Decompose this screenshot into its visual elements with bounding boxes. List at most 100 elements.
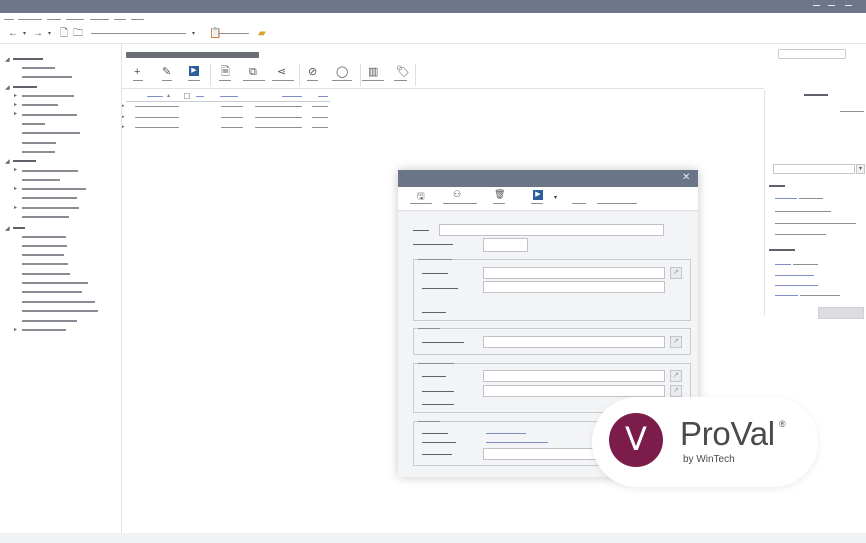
tree-node[interactable] <box>22 197 77 199</box>
group-field[interactable] <box>483 370 665 382</box>
tree-node[interactable] <box>22 216 69 218</box>
tree-node[interactable] <box>22 142 56 144</box>
tree-node[interactable] <box>22 301 95 303</box>
expand-icon[interactable]: ◢ <box>5 85 10 91</box>
menu-item[interactable] <box>18 19 42 20</box>
tree-node[interactable] <box>22 254 64 256</box>
expand-icon[interactable]: ◢ <box>5 226 10 232</box>
group-field[interactable] <box>483 281 665 293</box>
delete-icon[interactable]: 🗑 <box>494 189 505 200</box>
collapse-icon[interactable]: ▸ <box>14 186 17 192</box>
clipboard-icon[interactable]: 📋 <box>209 27 221 41</box>
tree-node[interactable] <box>22 179 60 181</box>
chevron-down-icon[interactable]: ▾ <box>48 27 51 41</box>
panel-select[interactable] <box>773 164 855 174</box>
code-field[interactable] <box>483 238 528 252</box>
tree-node[interactable] <box>22 67 55 69</box>
tree-node[interactable] <box>22 76 72 78</box>
tree-node[interactable] <box>22 320 77 322</box>
external-link-icon[interactable]: ↗ <box>670 385 682 397</box>
expand-icon[interactable]: ◢ <box>5 159 10 165</box>
columns-icon[interactable]: ▥ <box>368 66 378 78</box>
copy-icon[interactable]: ⧉ <box>249 66 257 78</box>
tree-node[interactable] <box>22 263 68 265</box>
group-field[interactable] <box>483 267 665 279</box>
search-input[interactable] <box>778 49 846 59</box>
group-field[interactable] <box>483 385 665 397</box>
column-header[interactable] <box>318 96 328 97</box>
panel-link[interactable] <box>775 285 818 286</box>
tree-node[interactable] <box>22 170 78 172</box>
external-link-icon[interactable]: ↗ <box>670 370 682 382</box>
name-field[interactable] <box>439 224 664 236</box>
report-icon[interactable]: 🗎 <box>221 66 230 78</box>
column-header[interactable] <box>147 96 163 97</box>
tree-node[interactable] <box>13 227 25 229</box>
tree-node[interactable] <box>22 310 98 312</box>
sort-icon[interactable]: ▲ <box>166 93 171 99</box>
collapse-icon[interactable]: ▸ <box>14 93 17 99</box>
menu-item[interactable] <box>114 19 126 20</box>
tree-node[interactable] <box>22 282 88 284</box>
menu-item[interactable] <box>131 19 144 20</box>
panel-link[interactable] <box>775 295 798 296</box>
close-icon[interactable] <box>845 5 852 6</box>
row-expand-icon[interactable]: ▸ <box>122 124 125 130</box>
tree-node[interactable] <box>22 291 82 293</box>
tree-node[interactable] <box>22 132 80 134</box>
column-header[interactable] <box>220 96 238 97</box>
expand-icon[interactable]: ◢ <box>5 57 10 63</box>
path-combo[interactable] <box>91 33 186 34</box>
back-icon[interactable]: ← <box>8 27 18 41</box>
run-icon[interactable]: ▶ <box>533 190 543 200</box>
people-icon[interactable]: ⚇ <box>453 189 461 200</box>
group-field[interactable] <box>483 336 665 348</box>
folder-highlight-icon[interactable]: ▰ <box>258 27 266 41</box>
tag-icon[interactable]: 🏷 <box>396 66 410 78</box>
folder-icon[interactable]: 🗀 <box>73 27 83 41</box>
tree-node[interactable] <box>22 245 67 247</box>
tree-node[interactable] <box>22 236 66 238</box>
edit-icon[interactable]: ✎ <box>162 66 171 78</box>
tree-node[interactable] <box>13 58 43 60</box>
menu-item[interactable] <box>4 19 14 20</box>
row-expand-icon[interactable]: ▸ <box>122 114 125 120</box>
collapse-icon[interactable]: ▸ <box>14 111 17 117</box>
tree-node[interactable] <box>22 329 66 331</box>
panel-link[interactable] <box>775 275 814 276</box>
menu-item[interactable] <box>66 19 84 20</box>
tree-node[interactable] <box>22 273 70 275</box>
forward-icon[interactable]: → <box>33 27 43 41</box>
tree-node[interactable] <box>22 114 77 116</box>
hide-icon[interactable]: ⊘ <box>308 66 317 78</box>
menu-item[interactable] <box>47 19 61 20</box>
tree-node[interactable] <box>22 151 55 153</box>
row-expand-icon[interactable]: ▸ <box>122 103 125 109</box>
tree-node[interactable] <box>22 95 74 97</box>
tree-node[interactable] <box>13 160 36 162</box>
panel-link[interactable] <box>775 198 797 199</box>
filter-icon[interactable] <box>184 93 190 99</box>
menu-item[interactable] <box>90 19 109 20</box>
column-header[interactable] <box>282 96 302 97</box>
dialog-close-icon[interactable]: ✕ <box>682 172 690 183</box>
collapse-icon[interactable]: ▸ <box>14 205 17 211</box>
tree-node[interactable] <box>13 86 37 88</box>
share-icon[interactable]: ⋖ <box>277 66 286 78</box>
external-link-icon[interactable]: ↗ <box>670 267 682 279</box>
view-icon[interactable]: ◯ <box>336 66 348 78</box>
chevron-down-icon[interactable]: ▾ <box>554 194 557 201</box>
group-link[interactable] <box>486 442 548 443</box>
add-icon[interactable]: + <box>134 66 140 78</box>
column-header[interactable] <box>196 96 204 97</box>
chevron-down-icon[interactable]: ▾ <box>23 27 26 41</box>
chevron-down-icon[interactable]: ▾ <box>856 164 865 174</box>
new-document-icon[interactable]: 🗋 <box>60 27 68 41</box>
run-icon[interactable]: ▶ <box>189 66 199 76</box>
tree-node[interactable] <box>22 104 58 106</box>
collapse-icon[interactable]: ▸ <box>14 102 17 108</box>
collapse-icon[interactable]: ▸ <box>14 167 17 173</box>
tree-node[interactable] <box>22 207 79 209</box>
tree-node[interactable] <box>22 188 86 190</box>
maximize-icon[interactable] <box>828 5 835 6</box>
